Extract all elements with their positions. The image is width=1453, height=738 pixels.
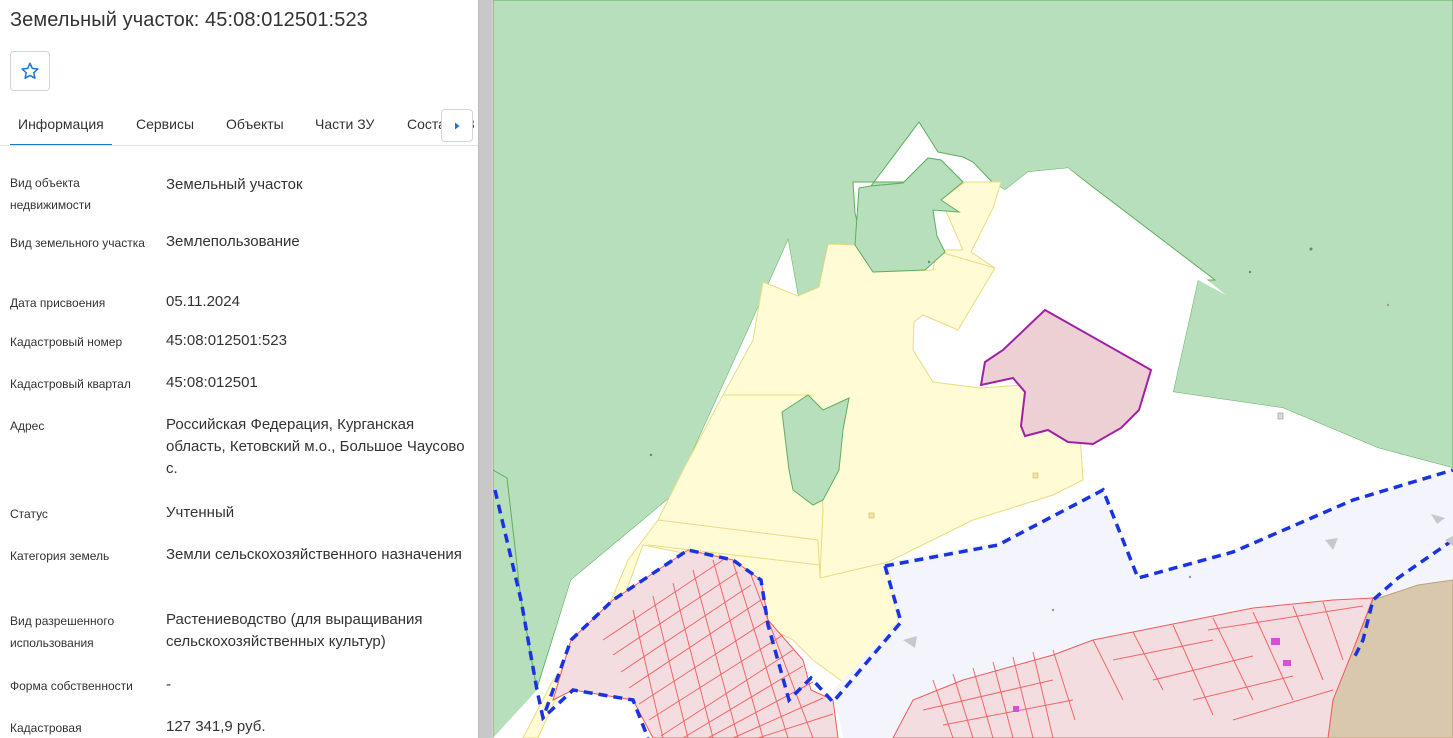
panel-resize-handle[interactable] — [478, 0, 493, 738]
tab-bar: Информация Сервисы Объекты Части ЗУ Сост… — [0, 104, 478, 146]
field-value: - — [166, 676, 171, 693]
field-value: 45:08:012501:523 — [166, 332, 287, 349]
field-label: Адрес — [10, 419, 45, 433]
field-value: Земельный участок — [166, 176, 303, 193]
tab-parts[interactable]: Части ЗУ — [315, 104, 374, 145]
page-title: Земельный участок: 45:08:012501:523 — [10, 9, 368, 31]
tab-services[interactable]: Сервисы — [136, 104, 194, 145]
favorite-button[interactable] — [10, 51, 50, 91]
tab-scroll-right-button[interactable] — [441, 109, 473, 142]
field-value: 05.11.2024 — [166, 293, 240, 310]
field-label: Кадастровый квартал — [10, 377, 131, 391]
caret-right-icon — [455, 122, 460, 129]
field-value: Земли сельскохозяйственного назначения — [166, 546, 462, 563]
tab-objects[interactable]: Объекты — [226, 104, 284, 145]
field-label: Статус — [10, 507, 48, 521]
field-label: Дата присвоения — [10, 296, 106, 310]
field-label: Кадастровый номер — [10, 335, 123, 349]
field-label: Вид разрешенного использования — [10, 614, 115, 650]
info-panel: Земельный участок: 45:08:012501:523 Инфо… — [0, 0, 478, 738]
field-label: Категория земель — [10, 549, 110, 563]
field-label: Форма собственности — [10, 679, 133, 693]
field-label: Вид объекта недвижимости — [10, 176, 91, 212]
field-value: 127 341,9 руб. — [166, 718, 266, 735]
field-value: 45:08:012501 — [166, 374, 258, 391]
field-value: Российская Федерация, Курганская область… — [166, 416, 465, 477]
tab-info[interactable]: Информация — [10, 104, 112, 145]
field-label: Вид земельного участка — [10, 236, 145, 250]
field-value: Землепользование — [166, 233, 300, 250]
field-label: Кадастровая — [10, 721, 82, 735]
field-value: Растениеводство (для выращивания сельско… — [166, 611, 423, 650]
star-outline-icon — [21, 62, 39, 79]
cadastral-map[interactable] — [493, 0, 1453, 738]
field-value: Учтенный — [166, 504, 235, 521]
